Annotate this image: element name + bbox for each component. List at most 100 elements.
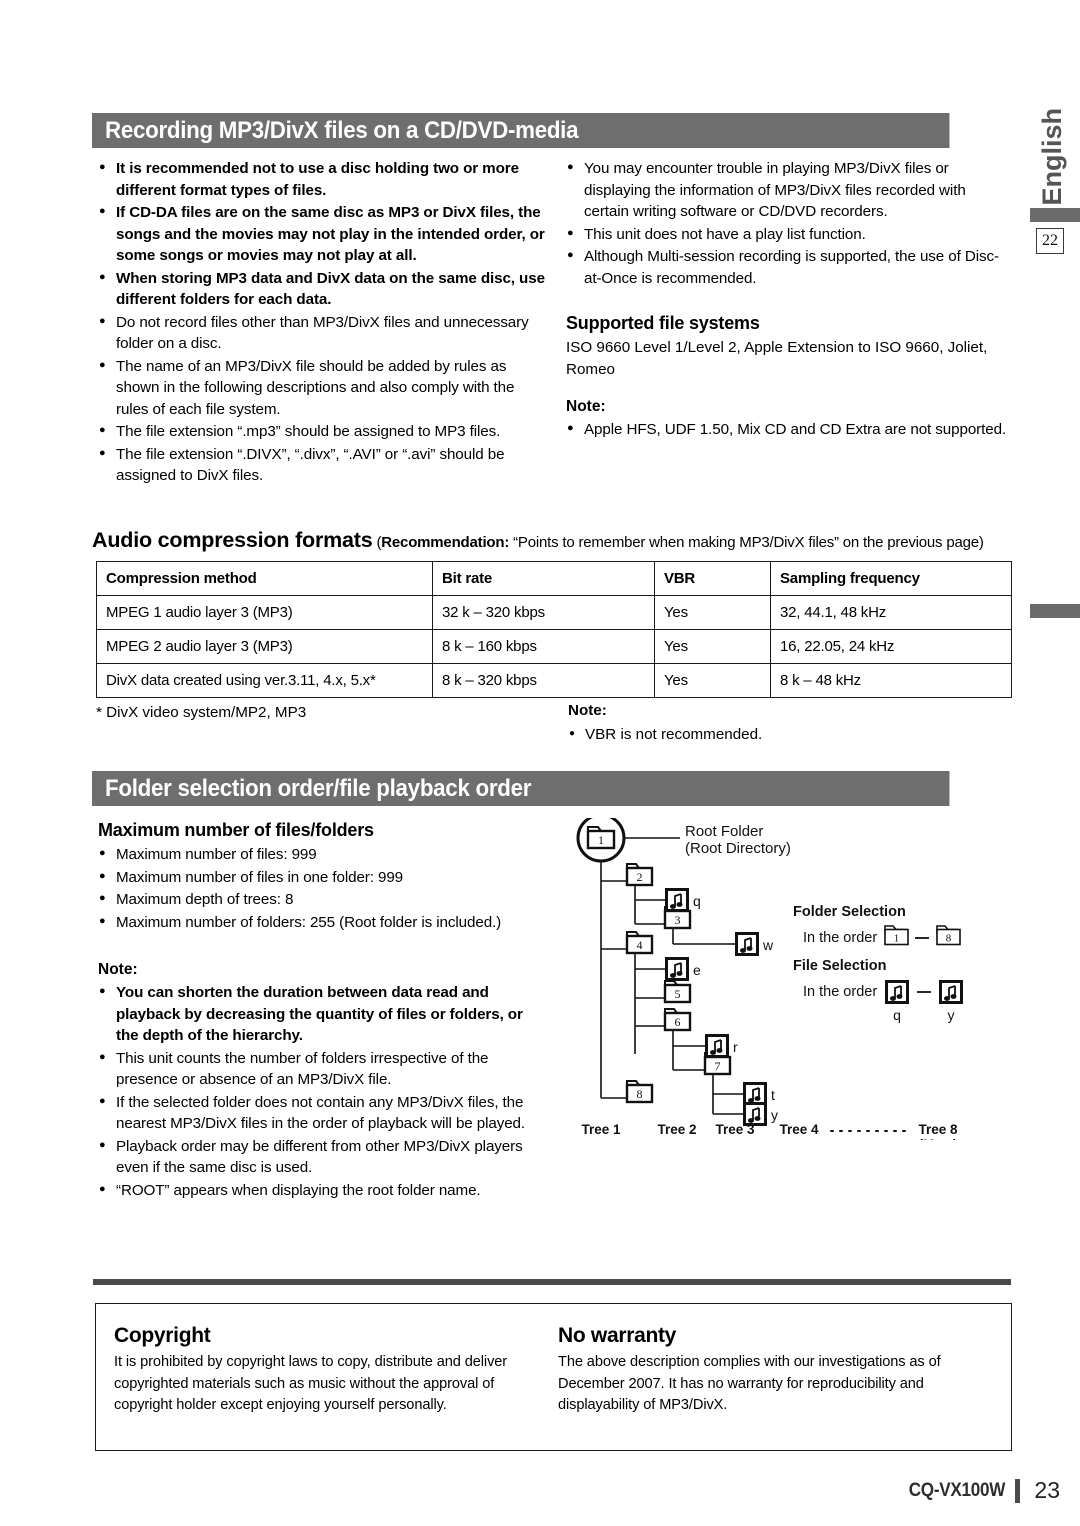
audio-formats-heading: Audio compression formats xyxy=(92,528,373,552)
bullet-item: The name of an MP3/DivX file should be a… xyxy=(98,355,548,421)
bullet-item: Although Multi-session recording is supp… xyxy=(566,245,1014,289)
column-header: Sampling frequency xyxy=(770,561,1012,596)
note-label: Note: xyxy=(566,398,606,415)
page-footer: CQ-VX100W 23 xyxy=(898,1477,1060,1504)
model-number: CQ-VX100W xyxy=(908,1479,1006,1501)
bullet-item: Maximum number of files: 999 xyxy=(98,843,548,866)
bullet-item: If the selected folder does not contain … xyxy=(98,1091,548,1135)
section-heading-recording: Recording MP3/DivX files on a CD/DVD-med… xyxy=(92,113,950,148)
svg-text:5: 5 xyxy=(675,987,681,1001)
section-heading-folder-order: Folder selection order/file playback ord… xyxy=(92,771,950,806)
edge-marker-bar-bottom xyxy=(1030,604,1080,618)
bullet-item: Playback order may be different from oth… xyxy=(98,1135,548,1179)
svg-text:4: 4 xyxy=(637,938,643,952)
bullet-item: This unit does not have a play list func… xyxy=(566,223,1014,246)
manual-page: English 22 Recording MP3/DivX files on a… xyxy=(0,0,1080,1526)
note-label: Note: xyxy=(568,702,607,719)
warranty-block: No warranty The above description compli… xyxy=(558,1322,978,1417)
table-cell: MPEG 1 audio layer 3 (MP3) xyxy=(96,595,433,630)
folder-selection-order-text: In the order xyxy=(803,930,877,946)
table-cell: 32, 44.1, 48 kHz xyxy=(770,595,1012,630)
supported-filesystems-body: ISO 9660 Level 1/Level 2, Apple Extensio… xyxy=(566,339,988,378)
svg-text:8: 8 xyxy=(637,1087,643,1101)
table-cell: Yes xyxy=(654,595,771,630)
svg-text:y: y xyxy=(771,1107,778,1123)
copyright-block: Copyright It is prohibited by copyright … xyxy=(114,1322,534,1417)
tree-label-max: (Max.) xyxy=(918,1137,957,1140)
cross-reference-page-number: 22 xyxy=(1036,228,1064,254)
file-selection-heading: File Selection xyxy=(793,958,886,974)
music-file-icon-legend-to xyxy=(939,980,963,1004)
bullet-item: Maximum number of files in one folder: 9… xyxy=(98,866,548,889)
table-row: DivX data created using ver.3.11, 4.x, 5… xyxy=(96,663,1012,698)
svg-text:y: y xyxy=(948,1007,955,1023)
tree-label-3: Tree 3 xyxy=(715,1122,755,1137)
svg-text:e: e xyxy=(693,962,701,978)
music-file-icon-r xyxy=(705,1034,729,1058)
svg-text:1: 1 xyxy=(598,833,604,847)
edge-marker-bar-top xyxy=(1030,208,1080,222)
max-files-folders-heading: Maximum number of files/folders xyxy=(98,820,374,840)
bullet-item: You can shorten the duration between dat… xyxy=(98,981,548,1047)
table-footnote: * DivX video system/MP2, MP3 xyxy=(96,704,307,721)
svg-text:6: 6 xyxy=(675,1015,681,1029)
folder-icon-legend-to: 8 xyxy=(936,925,961,946)
svg-text:q: q xyxy=(893,1007,901,1023)
table-cell: 8 k – 48 kHz xyxy=(770,663,1012,698)
folder-selection-heading: Folder Selection xyxy=(793,904,906,920)
column-header: VBR xyxy=(654,561,771,596)
music-file-icon-e xyxy=(665,957,689,981)
file-selection-order-text: In the order xyxy=(803,984,877,1000)
bullet-item: Maximum number of folders: 255 (Root fol… xyxy=(98,911,548,934)
folder-icon-legend-from: 1 xyxy=(884,925,909,946)
table-note: Note: VBR is not recommended. xyxy=(568,700,762,746)
bullet-item: Do not record files other than MP3/DivX … xyxy=(98,311,548,355)
svg-text:t: t xyxy=(771,1087,775,1103)
table-header-row: Compression method Bit rate VBR Sampling… xyxy=(96,561,1012,596)
folder-icon-8: 8 xyxy=(625,1080,654,1104)
root-folder-label-line1: Root Folder xyxy=(685,823,763,840)
bullet-item: The file extension “.mp3” should be assi… xyxy=(98,420,548,443)
language-tab: English xyxy=(1030,92,1074,222)
folder-tree-diagram: 1 2 3 4 5 6 7 8 q w e r t y Root Folder … xyxy=(565,818,1020,1140)
supported-filesystems-heading: Supported file systems xyxy=(566,313,760,333)
warranty-heading: No warranty xyxy=(558,1324,677,1347)
svg-text:8: 8 xyxy=(946,933,952,945)
column-header: Bit rate xyxy=(432,561,655,596)
page-number: 23 xyxy=(1034,1477,1060,1503)
table-cell: Yes xyxy=(654,663,771,698)
table-cell: 16, 22.05, 24 kHz xyxy=(770,629,1012,664)
footer-divider xyxy=(1015,1478,1020,1503)
folder-icon-5: 5 xyxy=(663,980,692,1004)
bullet-item: This unit counts the number of folders i… xyxy=(98,1047,548,1091)
table-cell: DivX data created using ver.3.11, 4.x, 5… xyxy=(96,663,433,698)
svg-text:7: 7 xyxy=(715,1059,721,1073)
bullet-item: If CD-DA files are on the same disc as M… xyxy=(98,201,548,267)
recommendation-text: “Points to remember when making MP3/DivX… xyxy=(513,534,984,551)
table-cell: MPEG 2 audio layer 3 (MP3) xyxy=(96,629,433,664)
tree-label-4: Tree 4 xyxy=(779,1122,819,1137)
table-cell: 8 k – 160 kbps xyxy=(432,629,655,664)
recommendation-label: Recommendation: xyxy=(381,534,510,551)
bullet-item: “ROOT” appears when displaying the root … xyxy=(98,1179,548,1202)
audio-formats-heading-line: Audio compression formats (Recommendatio… xyxy=(92,528,1022,555)
folder-order-left-column: Maximum number of files/folders Maximum … xyxy=(98,818,548,1202)
bullet-item: When storing MP3 data and DivX data on t… xyxy=(98,267,548,311)
tree-label-1: Tree 1 xyxy=(581,1122,621,1137)
copyright-heading: Copyright xyxy=(114,1324,211,1347)
tree-label-8: Tree 8 xyxy=(918,1122,958,1137)
note-label: Note: xyxy=(98,961,138,978)
table-row: MPEG 1 audio layer 3 (MP3) 32 k – 320 kb… xyxy=(96,595,1012,630)
bullet-item: Apple HFS, UDF 1.50, Mix CD and CD Extra… xyxy=(566,418,1014,441)
bullet-item: Maximum depth of trees: 8 xyxy=(98,888,548,911)
bullet-item: You may encounter trouble in playing MP3… xyxy=(566,157,1014,223)
svg-text:3: 3 xyxy=(675,913,681,927)
svg-text:2: 2 xyxy=(637,870,643,884)
table-cell: Yes xyxy=(654,629,771,664)
bullet-item: The file extension “.DIVX”, “.divx”, “.A… xyxy=(98,443,548,487)
warranty-body: The above description complies with our … xyxy=(558,1354,941,1413)
music-file-icon-q xyxy=(665,888,689,912)
recording-left-column: It is recommended not to use a disc hold… xyxy=(98,157,548,488)
folder-icon-2: 2 xyxy=(625,863,654,887)
copyright-body: It is prohibited by copyright laws to co… xyxy=(114,1354,508,1413)
